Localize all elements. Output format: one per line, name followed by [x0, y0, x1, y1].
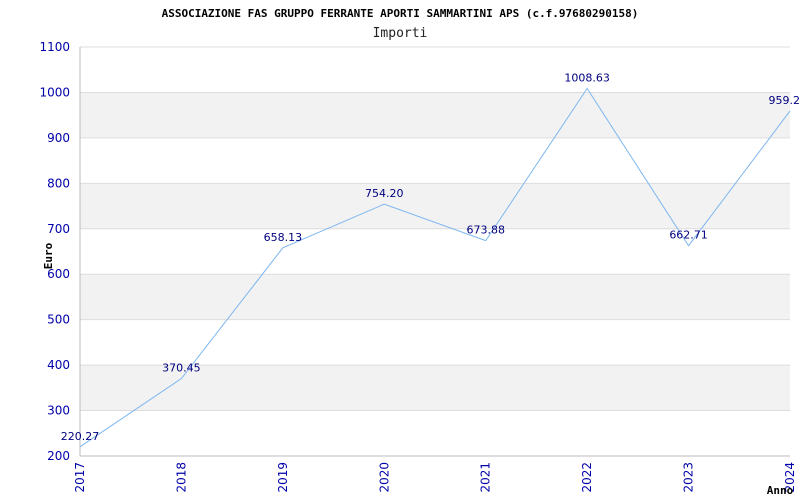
background-band [80, 274, 790, 320]
y-tick-label: 1000 [39, 85, 70, 99]
y-tick-label: 400 [47, 358, 70, 372]
line-chart: 20030040050060070080090010001100 2017 201… [39, 7, 800, 497]
data-label: 658.13 [264, 231, 303, 244]
data-label: 673.88 [466, 224, 505, 237]
data-label: 662.71 [669, 229, 708, 242]
data-label: 959.2 [769, 94, 800, 107]
x-tick-label: 2020 [377, 462, 391, 493]
y-tick-label: 800 [47, 176, 70, 190]
data-label: 1008.63 [564, 72, 610, 85]
x-tick-label: 2021 [479, 462, 493, 493]
y-tick-label: 200 [47, 449, 70, 463]
background-band [80, 92, 790, 138]
y-tick-label: 700 [47, 222, 70, 236]
data-label: 370.45 [162, 362, 201, 375]
x-tick-label: 2017 [73, 462, 87, 493]
y-tick-label: 900 [47, 131, 70, 145]
y-tick-label: 500 [47, 313, 70, 327]
chart-subtitle: Importi [373, 26, 428, 41]
x-tick-label: 2022 [580, 462, 594, 493]
x-tick-label: 2023 [682, 462, 696, 493]
y-tick-label: 1100 [39, 40, 70, 54]
x-tick-labels: 2017 2018 2019 2020 2021 2022 2023 2024 [73, 462, 797, 493]
x-tick-label: 2019 [276, 462, 290, 493]
data-label: 220.27 [61, 430, 100, 443]
x-tick-label: 2018 [174, 462, 188, 493]
y-tick-label: 300 [47, 404, 70, 418]
x-axis-label: Anno [767, 484, 794, 497]
y-axis-label: Euro [42, 242, 55, 269]
chart-title: ASSOCIAZIONE FAS GRUPPO FERRANTE APORTI … [162, 7, 639, 20]
data-label: 754.20 [365, 187, 404, 200]
